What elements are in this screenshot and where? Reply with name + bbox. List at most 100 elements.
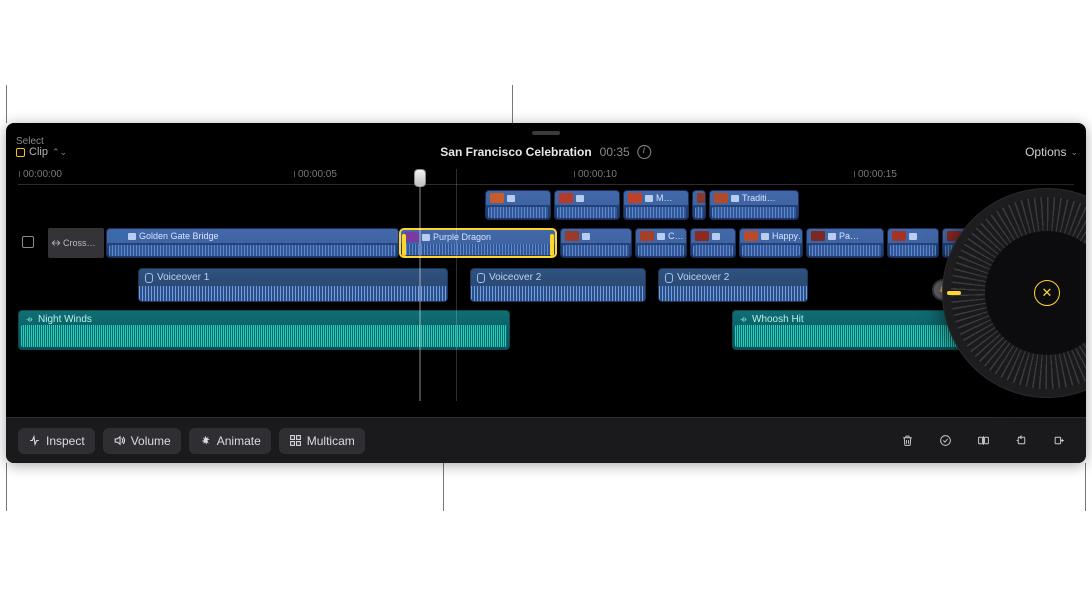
video-clip[interactable]	[554, 190, 620, 220]
video-clip[interactable]: Happy…	[739, 228, 803, 258]
camera-icon	[964, 233, 972, 240]
lane-a-icon	[934, 281, 952, 299]
primary-storyline-row: Cross… Golden Gate Bridge Purple Dragon C… H…	[18, 227, 1074, 259]
append-button[interactable]	[1044, 426, 1074, 456]
camera-icon	[712, 233, 720, 240]
music-row: Night Winds Whoosh Hit	[18, 309, 1074, 351]
callout-line	[512, 85, 513, 123]
camera-icon	[582, 233, 590, 240]
enable-button[interactable]	[930, 426, 960, 456]
select-label: Select	[16, 136, 44, 147]
multicam-button[interactable]: Multicam	[279, 428, 365, 454]
clip-label: Traditi…	[742, 193, 776, 203]
ruler-tick: 00:00:05	[298, 169, 337, 180]
clip-label: Voiceover 2	[489, 272, 541, 283]
camera-icon	[128, 233, 136, 240]
voiceover-clip[interactable]: Voiceover 2	[658, 268, 808, 302]
video-clip[interactable]	[692, 190, 706, 220]
clip-label: Night Winds	[38, 314, 92, 325]
skimmer-line	[456, 169, 457, 401]
project-title: San Francisco Celebration	[440, 145, 591, 159]
video-clip[interactable]: C…	[635, 228, 687, 258]
drag-handle[interactable]	[532, 131, 560, 135]
camera-icon	[828, 233, 836, 240]
camera-icon	[761, 233, 769, 240]
clip-label: M…	[656, 193, 673, 203]
callout-line	[1085, 463, 1086, 511]
storyline-toggle-icon[interactable]	[22, 236, 34, 248]
callout-line	[6, 463, 7, 511]
mic-icon	[665, 273, 673, 283]
camera-icon	[731, 195, 739, 202]
options-label: Options	[1025, 145, 1066, 159]
clip-label: Golden Gate Bridge	[139, 231, 219, 241]
music-clip[interactable]: Night Winds	[18, 310, 510, 350]
transition-clip[interactable]: Cross…	[48, 228, 104, 258]
video-clip[interactable]	[560, 228, 632, 258]
time-ruler[interactable]: 00:00:00 00:00:05 00:00:10 00:00:15	[18, 169, 1074, 185]
video-clip[interactable]	[887, 228, 939, 258]
clip-label: C…	[668, 231, 684, 241]
video-clip[interactable]: Traditi…	[709, 190, 799, 220]
video-clip[interactable]: Golden Gate Bridge	[106, 228, 399, 258]
bottom-toolbar: Inspect Volume Animate Multicam	[6, 417, 1086, 463]
timeline-tracks[interactable]: M… Traditi… Cross… Golden Gate Bridge Purpl…	[18, 187, 1074, 401]
clip-mode-icon	[16, 148, 25, 157]
camera-icon	[645, 195, 653, 202]
lane-switcher[interactable]	[932, 279, 972, 301]
mode-label: Clip	[29, 146, 48, 158]
selection-mode-picker[interactable]: Select Clip ⌃⌄	[16, 146, 67, 158]
ruler-tick: 00:00:15	[858, 169, 897, 180]
camera-icon	[422, 234, 430, 241]
clip-label: Voiceover 2	[677, 272, 729, 283]
callout-line	[443, 463, 444, 511]
camera-icon	[657, 233, 665, 240]
video-clip[interactable]	[690, 228, 736, 258]
insert-button[interactable]	[1006, 426, 1036, 456]
clip-label: Whoosh Hit	[752, 314, 804, 325]
voiceover-clip[interactable]: Voiceover 1	[138, 268, 448, 302]
video-clip[interactable]: Purple Dragon	[399, 228, 557, 258]
transition-label: Cross…	[63, 238, 96, 248]
video-clip[interactable]	[942, 228, 982, 258]
header-bar: Select Clip ⌃⌄ San Francisco Celebration…	[6, 139, 1086, 165]
clip-label: Pa…	[839, 231, 859, 241]
timeline-panel: Select Clip ⌃⌄ San Francisco Celebration…	[6, 123, 1086, 463]
volume-label: Volume	[131, 434, 171, 448]
ruler-tick: 00:00:00	[23, 169, 62, 180]
callout-line	[6, 85, 7, 123]
video-clip[interactable]: Pa…	[806, 228, 884, 258]
camera-icon	[507, 195, 515, 202]
animate-button[interactable]: Animate	[189, 428, 271, 454]
multicam-label: Multicam	[307, 434, 355, 448]
mic-icon	[145, 273, 153, 283]
chevron-down-icon: ⌄	[1070, 147, 1078, 158]
camera-icon	[909, 233, 917, 240]
ruler-tick: 00:00:10	[578, 169, 617, 180]
video-clip[interactable]	[485, 190, 551, 220]
voiceover-clip[interactable]: Voiceover 2	[470, 268, 646, 302]
camera-icon	[576, 195, 584, 202]
video-clip[interactable]: M…	[623, 190, 689, 220]
delete-button[interactable]	[892, 426, 922, 456]
lane-b-icon	[954, 285, 972, 295]
music-clip[interactable]: Whoosh Hit	[732, 310, 996, 350]
playhead-line	[419, 185, 421, 401]
updown-icon: ⌃⌄	[52, 147, 67, 158]
volume-button[interactable]: Volume	[103, 428, 181, 454]
mic-icon	[477, 273, 485, 283]
animate-label: Animate	[217, 434, 261, 448]
inspect-label: Inspect	[46, 434, 85, 448]
sound-icon	[739, 315, 748, 324]
voiceover-row: Voiceover 1 Voiceover 2 Voiceover 2	[18, 267, 1074, 303]
project-duration: 00:35	[600, 145, 630, 159]
split-button[interactable]	[968, 426, 998, 456]
sound-icon	[25, 315, 34, 324]
connected-clips-row: M… Traditi…	[18, 189, 1074, 221]
clip-label: Happy…	[772, 231, 802, 241]
project-header: San Francisco Celebration 00:35	[440, 145, 651, 159]
info-icon[interactable]	[638, 145, 652, 159]
clip-label: Voiceover 1	[157, 272, 209, 283]
options-menu[interactable]: Options ⌄	[1025, 145, 1078, 159]
inspect-button[interactable]: Inspect	[18, 428, 95, 454]
